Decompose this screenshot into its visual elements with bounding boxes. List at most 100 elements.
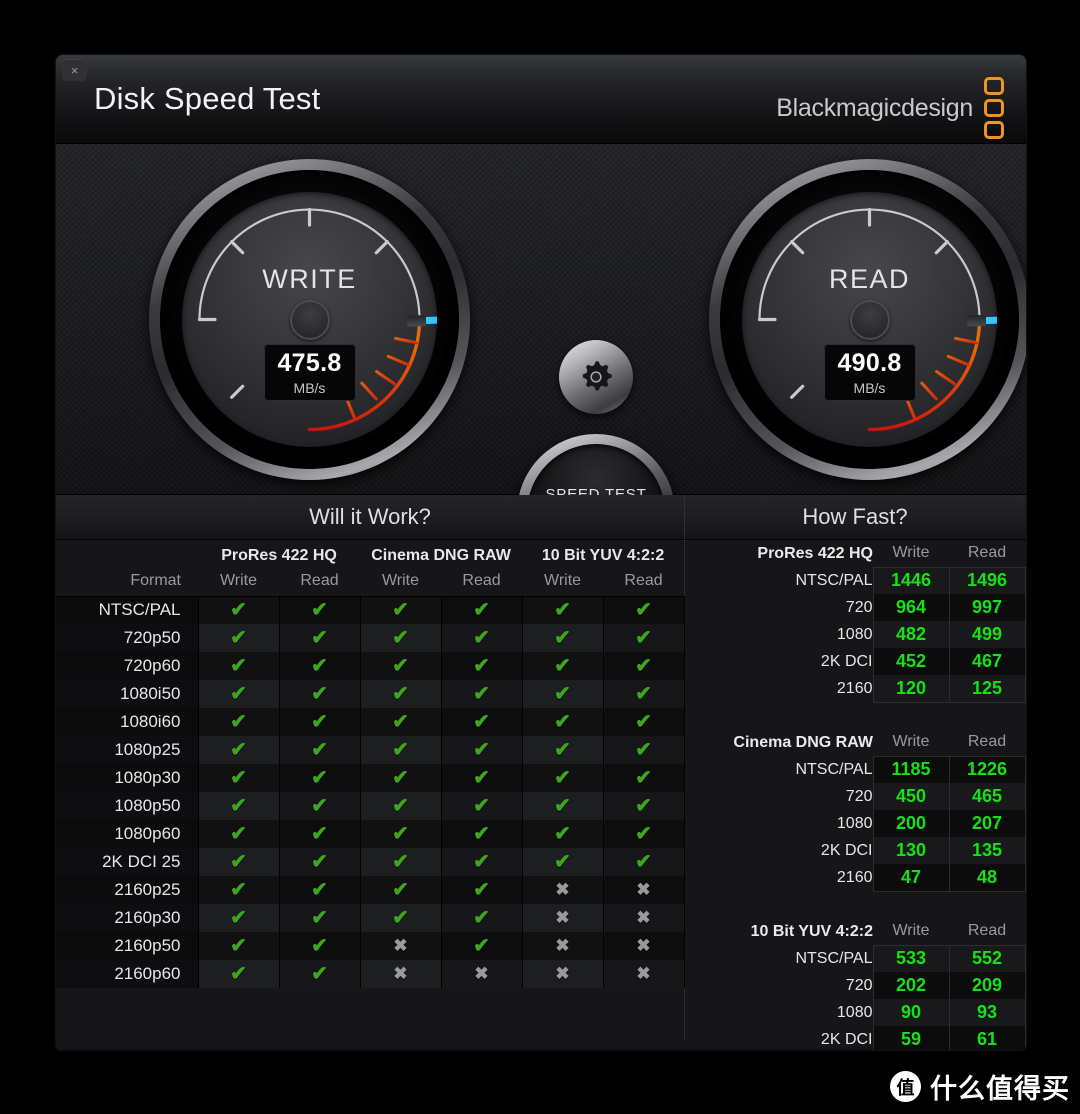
- cross-icon: ✖: [636, 879, 651, 899]
- support-check-cell: ✔: [603, 652, 685, 680]
- gauge-panel: WRITE 475.8 MB/s READ 490.8 MB/s: [56, 144, 1026, 592]
- support-check-cell: ✔: [522, 652, 604, 680]
- brand-logo-marks: [984, 77, 1004, 139]
- check-icon: ✔: [473, 794, 490, 817]
- col-header-cinemadng-read: Read: [462, 571, 501, 589]
- check-icon: ✔: [473, 598, 490, 621]
- table-row: NTSC/PAL 1185 1226: [685, 755, 1026, 783]
- support-check-cell: ✔: [360, 624, 442, 652]
- write-speed-value: 202: [872, 972, 949, 999]
- support-check-cell: ✔: [441, 764, 523, 792]
- section-title-will-it-work: Will it Work?: [309, 504, 431, 529]
- format-label: NTSC/PAL: [795, 949, 873, 967]
- group-header-prores: ProRes 422 HQ: [221, 546, 337, 564]
- support-check-cell: ✔: [198, 820, 280, 848]
- check-icon: ✔: [230, 906, 247, 929]
- check-icon: ✔: [311, 850, 328, 873]
- check-icon: ✔: [554, 794, 571, 817]
- check-icon: ✔: [554, 654, 571, 677]
- support-check-cell: ✔: [198, 652, 280, 680]
- read-gauge-bezel: READ 490.8 MB/s: [720, 170, 1019, 469]
- support-check-cell: ✔: [360, 792, 442, 820]
- brand-logo: Blackmagicdesign: [776, 77, 1004, 139]
- format-label: 2160p30: [56, 904, 199, 932]
- format-label: 1080p60: [56, 820, 199, 848]
- support-cross-cell: ✖: [441, 960, 523, 988]
- check-icon: ✔: [230, 654, 247, 677]
- format-label: 1080p30: [56, 764, 199, 792]
- format-label: 720: [845, 787, 873, 805]
- check-icon: ✔: [473, 682, 490, 705]
- check-icon: ✔: [473, 766, 490, 789]
- cross-icon: ✖: [555, 963, 570, 983]
- check-icon: ✔: [554, 822, 571, 845]
- support-check-cell: ✔: [360, 652, 442, 680]
- format-label: 2160: [836, 679, 873, 697]
- support-cross-cell: ✖: [360, 960, 442, 988]
- check-icon: ✔: [473, 710, 490, 733]
- col-header-read: Read: [967, 544, 1007, 562]
- group-header-cinemadng: Cinema DNG RAW: [371, 546, 511, 564]
- write-gauge: WRITE 475.8 MB/s: [149, 159, 470, 480]
- write-speed-value: 964: [872, 594, 949, 621]
- settings-button[interactable]: [559, 340, 633, 414]
- check-icon: ✔: [392, 766, 409, 789]
- read-speed-unit: MB/s: [853, 380, 886, 396]
- table-row: 1080p60 ✔ ✔ ✔ ✔ ✔ ✔: [56, 820, 685, 848]
- write-speed-value: 120: [872, 675, 949, 703]
- format-label: 720p50: [56, 624, 199, 652]
- support-check-cell: ✔: [198, 876, 280, 904]
- check-icon: ✔: [635, 598, 652, 621]
- read-speed-value: 1496: [948, 566, 1026, 594]
- support-check-cell: ✔: [360, 680, 442, 708]
- support-check-cell: ✔: [198, 932, 280, 960]
- support-check-cell: ✔: [279, 624, 361, 652]
- support-check-cell: ✔: [279, 820, 361, 848]
- check-icon: ✔: [473, 906, 490, 929]
- group-header-label: 10 Bit YUV 4:2:2: [750, 922, 873, 940]
- support-check-cell: ✔: [279, 960, 361, 988]
- format-label: 2160: [836, 868, 873, 886]
- read-speed-value: 207: [948, 810, 1026, 837]
- format-label: 720p60: [56, 652, 199, 680]
- table-row: 1080 200 207: [685, 810, 1026, 837]
- write-speed-value: 1185: [872, 755, 949, 783]
- support-check-cell: ✔: [198, 708, 280, 736]
- support-check-cell: ✔: [279, 708, 361, 736]
- table-row: NTSC/PAL ✔ ✔ ✔ ✔ ✔ ✔: [56, 595, 685, 624]
- support-check-cell: ✔: [603, 764, 685, 792]
- write-gauge-readout: 475.8 MB/s: [263, 344, 356, 401]
- read-gauge: READ 490.8 MB/s: [709, 159, 1026, 480]
- check-icon: ✔: [311, 766, 328, 789]
- group-header-yuv: 10 Bit YUV 4:2:2: [541, 546, 665, 564]
- check-icon: ✔: [230, 710, 247, 733]
- check-icon: ✔: [392, 626, 409, 649]
- table-row: 2K DCI 452 467: [685, 648, 1026, 675]
- support-check-cell: ✔: [198, 736, 280, 764]
- support-check-cell: ✔: [522, 595, 604, 624]
- support-check-cell: ✔: [441, 876, 523, 904]
- format-label: 1080p25: [56, 736, 199, 764]
- support-check-cell: ✔: [279, 595, 361, 624]
- support-cross-cell: ✖: [603, 904, 685, 932]
- check-icon: ✔: [230, 794, 247, 817]
- support-check-cell: ✔: [522, 820, 604, 848]
- format-label: 1080i60: [56, 708, 199, 736]
- read-speed-value: 467: [948, 648, 1026, 675]
- support-cross-cell: ✖: [603, 876, 685, 904]
- read-speed-value: 209: [948, 972, 1026, 999]
- table-row: NTSC/PAL 533 552: [685, 944, 1026, 972]
- support-check-cell: ✔: [360, 736, 442, 764]
- group-spacer: [685, 702, 1025, 729]
- support-check-cell: ✔: [603, 736, 685, 764]
- col-header-write: Write: [892, 922, 930, 940]
- read-gauge-label: READ: [828, 264, 910, 294]
- page-title: Disk Speed Test: [94, 81, 321, 116]
- brand-logo-text: Blackmagicdesign: [776, 93, 973, 122]
- support-check-cell: ✔: [522, 848, 604, 876]
- support-check-cell: ✔: [198, 764, 280, 792]
- support-check-cell: ✔: [279, 792, 361, 820]
- check-icon: ✔: [635, 850, 652, 873]
- check-icon: ✔: [392, 822, 409, 845]
- close-button[interactable]: ×: [62, 59, 87, 81]
